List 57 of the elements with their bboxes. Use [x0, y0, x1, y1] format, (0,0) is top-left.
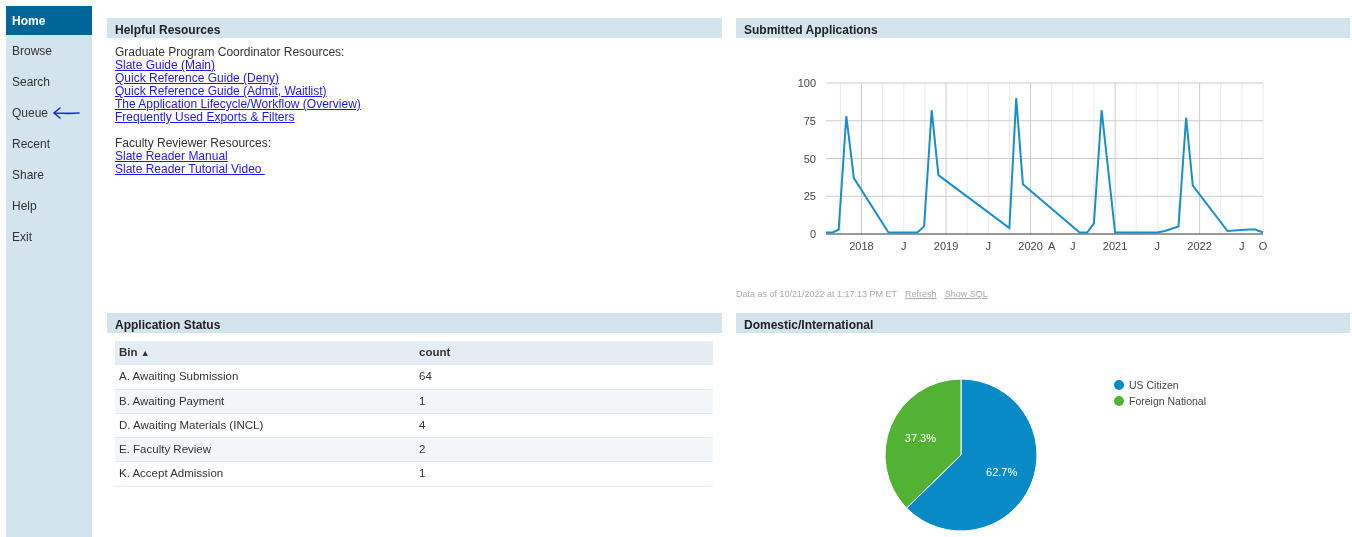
axis-label: A [1048, 240, 1056, 252]
panel-header: Submitted Applications [736, 18, 1350, 38]
table-cell: A. Awaiting Submission [115, 364, 415, 389]
arrow-icon [52, 106, 81, 119]
axis-label: J [1154, 240, 1161, 252]
resource-link[interactable]: Quick Reference Guide (Deny) [115, 72, 280, 85]
axis-label: 2020 [1018, 240, 1043, 252]
sidebar-item[interactable]: Recent [6, 128, 92, 159]
sidebar-item[interactable]: Queue [6, 97, 53, 128]
axis-label: J [1239, 240, 1245, 252]
panel-header: Domestic/International [736, 313, 1350, 333]
slice-label: 37.3% [904, 431, 936, 444]
resource-link[interactable]: Quick Reference Guide (Admit, Waitlist) [115, 85, 327, 98]
axis-label: J [901, 240, 907, 252]
sidebar-item[interactable]: Help [6, 190, 92, 221]
table-cell: B. Awaiting Payment [115, 389, 415, 414]
sidebar-item[interactable]: Home [6, 6, 92, 35]
resource-link[interactable]: Slate Reader Tutorial Video [115, 163, 265, 176]
table-cell: 1 [415, 389, 713, 414]
sort-indicator: ▲ [140, 348, 150, 358]
axis-label: 2022 [1187, 240, 1212, 252]
sidebar-item[interactable]: Share [6, 159, 92, 190]
resource-link[interactable]: The Application Lifecycle/Workflow (Overview) [115, 98, 361, 111]
axis-label: O [1258, 240, 1268, 252]
axis-label: 2019 [933, 240, 959, 252]
sidebar-item[interactable]: Browse [6, 35, 92, 66]
sidebar-item[interactable]: Exit [6, 221, 92, 252]
section-heading: Graduate Program Coordinator Resources: [115, 46, 346, 59]
legend-label: US Citizen [1129, 379, 1179, 391]
resource-link[interactable]: Slate Guide (Main) [115, 59, 216, 72]
table-cell: K. Accept Admission [115, 461, 415, 486]
axis-label: 2018 [849, 240, 874, 252]
table-cell: D. Awaiting Materials (INCL) [115, 413, 415, 438]
axis-label: 0 [809, 228, 816, 240]
panel-header: Helpful Resources [107, 18, 722, 38]
axis-label: 2021 [1102, 240, 1128, 252]
slice-label: 62.7% [986, 466, 1018, 479]
data-timestamp: Data as of 10/21/2022 at 1:17:13 PM ET [736, 289, 898, 299]
table-cell: 2 [415, 437, 713, 462]
table-cell: E. Faculty Review [115, 437, 415, 462]
section-heading: Faculty Reviewer Resources: [115, 137, 273, 150]
axis-label: 100 [797, 77, 816, 89]
axis-label: 50 [803, 152, 816, 165]
resource-link[interactable]: Slate Reader Manual [115, 150, 228, 163]
column-header[interactable]: Bin [119, 346, 138, 358]
legend-label: Foreign National [1129, 395, 1207, 407]
axis-label: 25 [803, 190, 816, 203]
axis-label: J [1070, 240, 1076, 252]
panel-header: Application Status [107, 313, 722, 333]
table-cell: 4 [415, 413, 713, 438]
axis-label: 75 [803, 114, 816, 127]
column-header[interactable]: count [419, 346, 451, 358]
table-cell: 1 [415, 461, 713, 486]
sidebar-item[interactable]: Search [6, 66, 92, 97]
resource-link[interactable]: Frequently Used Exports & Filters [115, 111, 295, 124]
table-cell: 64 [415, 364, 713, 389]
axis-label: J [985, 240, 992, 252]
